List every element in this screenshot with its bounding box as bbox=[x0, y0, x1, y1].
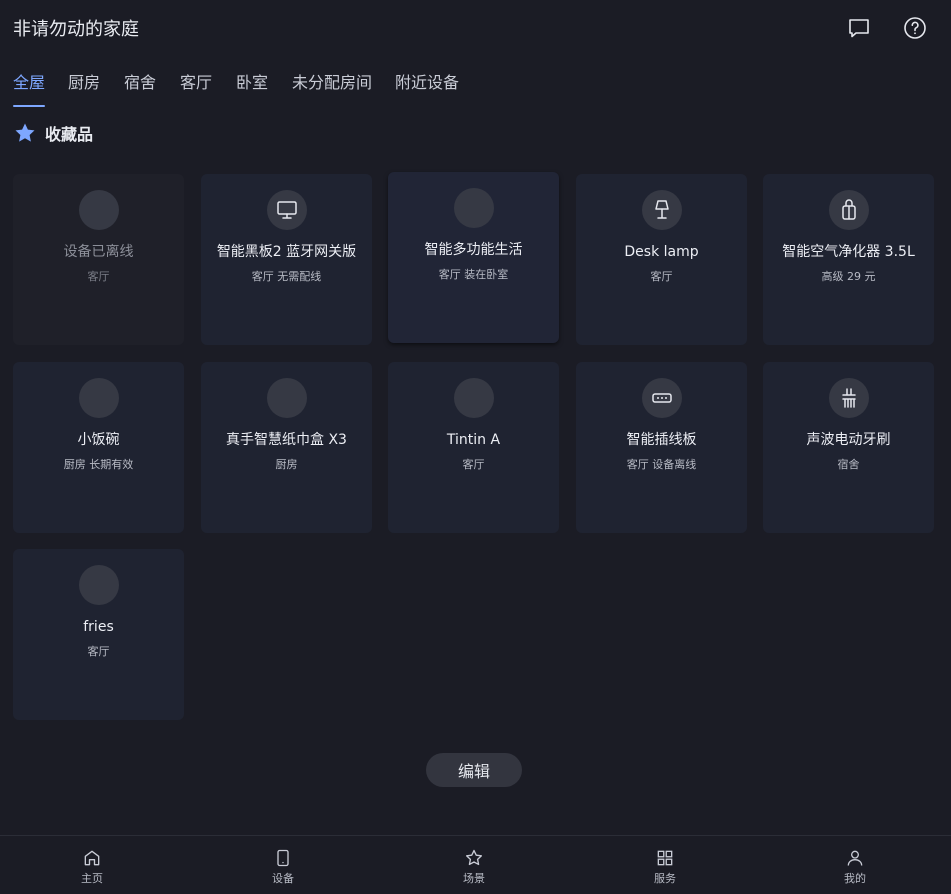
device-name: 真手智慧纸巾盒 X3 bbox=[226, 432, 347, 448]
device-card[interactable]: Tintin A 客厅 bbox=[388, 362, 559, 533]
tab-kitchen[interactable]: 厨房 bbox=[68, 62, 100, 108]
tab-nearby[interactable]: 附近设备 bbox=[395, 62, 459, 108]
device-name: 智能多功能生活 bbox=[424, 242, 523, 258]
device-name: 智能黑板2 蓝牙网关版 bbox=[216, 244, 357, 260]
tab-unassigned[interactable]: 未分配房间 bbox=[292, 62, 372, 108]
bottom-nav: 主页 设备 场景 服务 我的 bbox=[0, 835, 951, 894]
device-room: 客厅 无需配线 bbox=[251, 270, 322, 283]
star-icon bbox=[15, 123, 35, 142]
device-room: 客厅 装在卧室 bbox=[438, 268, 509, 281]
device-room: 厨房 bbox=[275, 458, 298, 471]
device-name: 智能空气净化器 3.5L bbox=[782, 244, 915, 260]
device-card[interactable]: 声波电动牙刷 宿舍 bbox=[763, 362, 934, 533]
device-room: 客厅 bbox=[650, 270, 673, 283]
device-name: 智能插线板 bbox=[626, 432, 697, 448]
device-name: Desk lamp bbox=[624, 244, 699, 260]
help-icon[interactable] bbox=[901, 14, 929, 42]
active-tab-indicator bbox=[13, 105, 45, 107]
device-card[interactable]: 小饭碗 厨房 长期有效 bbox=[13, 362, 184, 533]
device-room: 宿舍 bbox=[837, 458, 860, 471]
device-card[interactable]: 设备已离线 客厅 bbox=[13, 174, 184, 345]
monitor-icon bbox=[266, 190, 307, 230]
device-card[interactable]: 智能插线板 客厅 设备离线 bbox=[576, 362, 747, 533]
nav-scenes[interactable]: 场景 bbox=[444, 848, 504, 888]
nav-services[interactable]: 服务 bbox=[635, 848, 695, 888]
app-header: 非请勿动的家庭 bbox=[0, 0, 951, 56]
edit-button[interactable]: 编辑 bbox=[426, 753, 522, 787]
nav-scenes-label: 场景 bbox=[463, 872, 485, 885]
device-room: 客厅 bbox=[87, 270, 110, 283]
profile-icon bbox=[847, 850, 863, 866]
device-placeholder-icon bbox=[78, 190, 119, 230]
nav-home[interactable]: 主页 bbox=[62, 848, 122, 888]
device-card[interactable]: Desk lamp 客厅 bbox=[576, 174, 747, 345]
device-room: 客厅 设备离线 bbox=[626, 458, 697, 471]
power-strip-icon bbox=[641, 378, 682, 418]
device-name: Tintin A bbox=[446, 432, 501, 448]
tab-living-room[interactable]: 客厅 bbox=[180, 62, 212, 108]
lamp-icon bbox=[641, 190, 682, 230]
device-card[interactable]: 智能空气净化器 3.5L 高级 29 元 bbox=[763, 174, 934, 345]
device-card[interactable]: 智能多功能生活 客厅 装在卧室 bbox=[388, 172, 559, 343]
favorites-header: 收藏品 bbox=[13, 120, 93, 146]
tab-bedroom[interactable]: 卧室 bbox=[236, 62, 268, 108]
device-name: 声波电动牙刷 bbox=[806, 432, 891, 448]
device-card[interactable]: fries 客厅 bbox=[13, 549, 184, 720]
device-room: 客厅 bbox=[462, 458, 485, 471]
device-room: 厨房 长期有效 bbox=[63, 458, 134, 471]
device-placeholder-icon bbox=[78, 378, 119, 418]
device-card[interactable]: 真手智慧纸巾盒 X3 厨房 bbox=[201, 362, 372, 533]
nav-services-label: 服务 bbox=[654, 872, 676, 885]
tab-dorm[interactable]: 宿舍 bbox=[124, 62, 156, 108]
device-card[interactable]: 智能黑板2 蓝牙网关版 客厅 无需配线 bbox=[201, 174, 372, 345]
device-room: 高级 29 元 bbox=[821, 270, 876, 283]
device-name: 设备已离线 bbox=[63, 244, 134, 260]
nav-devices[interactable]: 设备 bbox=[253, 848, 313, 888]
nav-profile[interactable]: 我的 bbox=[825, 848, 885, 888]
scene-star-icon bbox=[466, 849, 482, 866]
toothbrush-icon bbox=[828, 378, 869, 418]
nav-profile-label: 我的 bbox=[844, 872, 866, 885]
purifier-icon bbox=[828, 190, 869, 230]
grid-icon bbox=[657, 850, 673, 866]
room-tabs: 全屋 厨房 宿舍 客厅 卧室 未分配房间 附近设备 bbox=[0, 62, 951, 108]
page-title: 非请勿动的家庭 bbox=[13, 19, 139, 40]
device-name: 小饭碗 bbox=[77, 432, 120, 448]
device-placeholder-icon bbox=[453, 378, 494, 418]
chat-icon[interactable] bbox=[845, 14, 873, 42]
device-placeholder-icon bbox=[266, 378, 307, 418]
nav-home-label: 主页 bbox=[81, 872, 103, 885]
device-placeholder-icon bbox=[78, 565, 119, 605]
favorites-label: 收藏品 bbox=[45, 125, 94, 144]
home-icon bbox=[84, 850, 100, 866]
device-icon bbox=[277, 849, 289, 867]
nav-devices-label: 设备 bbox=[272, 872, 294, 885]
tab-all[interactable]: 全屋 bbox=[13, 62, 45, 108]
device-room: 客厅 bbox=[87, 645, 110, 658]
device-placeholder-icon bbox=[453, 188, 494, 228]
device-name: fries bbox=[83, 619, 114, 635]
